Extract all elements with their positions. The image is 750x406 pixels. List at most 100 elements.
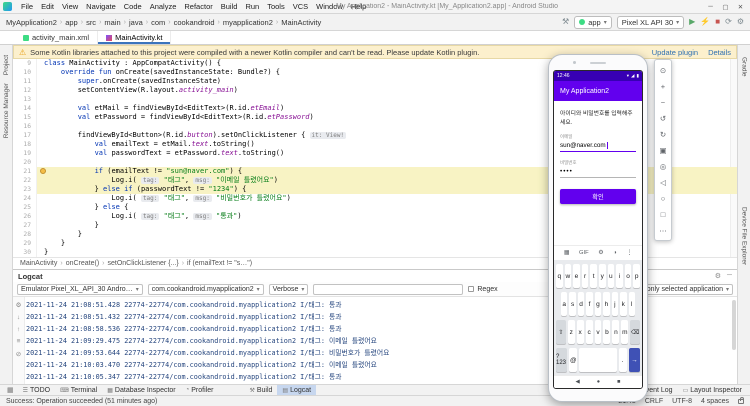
key-w[interactable]: w xyxy=(564,264,572,288)
key-[interactable]: . xyxy=(618,348,627,372)
settings-icon[interactable]: ⚙ xyxy=(737,18,744,26)
key-p[interactable]: p xyxy=(633,264,640,288)
toolwindow-button-layout-inspector[interactable]: ▭ Layout Inspector xyxy=(678,387,747,394)
key-x[interactable]: x xyxy=(576,320,584,344)
toolwindow-project[interactable]: Project xyxy=(3,55,10,75)
screenshot-button-icon[interactable]: ▣ xyxy=(656,142,670,158)
rotate-right-button-icon[interactable]: ↻ xyxy=(656,126,670,142)
soft-wrap-icon[interactable]: ≡ xyxy=(17,338,21,345)
settings-icon[interactable]: ⚙ xyxy=(715,272,721,280)
password-field[interactable]: •••• xyxy=(560,166,636,178)
menu-file[interactable]: File xyxy=(17,2,37,11)
breadcrumb-item-app[interactable]: app xyxy=(65,18,78,27)
volume-up-button-icon[interactable]: + xyxy=(656,78,670,94)
menu-edit[interactable]: Edit xyxy=(37,2,58,11)
hide-icon[interactable]: ─ xyxy=(727,272,732,280)
scroll-up-icon[interactable]: ↑ xyxy=(17,326,20,333)
breadcrumb-item-cookandroid[interactable]: cookandroid xyxy=(174,18,215,27)
banner-action-details[interactable]: Details xyxy=(708,48,731,57)
zoom-button-icon[interactable]: ◎ xyxy=(656,158,670,174)
tab-activity-main-xml[interactable]: activity_main.xml xyxy=(15,31,99,44)
key-t[interactable]: t xyxy=(590,264,597,288)
rotate-left-button-icon[interactable]: ↺ xyxy=(656,110,670,126)
device-select[interactable]: Pixel XL API 30 ▾ xyxy=(616,15,685,29)
sync-icon[interactable]: ⟳ xyxy=(725,18,732,26)
sticker-icon[interactable]: ▦ xyxy=(564,250,569,256)
quickfix-bulb-icon[interactable] xyxy=(40,168,46,174)
build-hammer-icon[interactable]: ⚒ xyxy=(562,18,569,26)
menu-navigate[interactable]: Navigate xyxy=(82,2,120,11)
key-m[interactable]: m xyxy=(621,320,629,344)
editor-breadcrumb-item[interactable]: if (emailText != "s…") xyxy=(187,260,252,267)
breadcrumb-item-myapplication2[interactable]: MyApplication2 xyxy=(6,18,57,27)
more-button-icon[interactable]: ⋯ xyxy=(656,222,670,238)
key-n[interactable]: n xyxy=(612,320,620,344)
tab-mainactivity-kt[interactable]: MainActivity.kt xyxy=(98,31,172,44)
toolwindow-gradle[interactable]: Gradle xyxy=(741,57,748,77)
key-a[interactable]: a xyxy=(561,292,568,316)
key-r[interactable]: r xyxy=(581,264,589,288)
logcat-level-select[interactable]: Verbose ▾ xyxy=(268,283,309,295)
breadcrumb-item-java[interactable]: java xyxy=(129,18,143,27)
logcat-package-select[interactable]: com.cookandroid.myapplication2 ▾ xyxy=(147,283,264,295)
back-nav-icon[interactable]: ◀ xyxy=(576,379,580,385)
email-field[interactable]: sun@naver.com xyxy=(560,140,636,152)
mic-icon[interactable]: ⋮ xyxy=(626,250,632,256)
maximize-button-icon[interactable]: ▢ xyxy=(718,0,733,13)
key-v[interactable]: v xyxy=(594,320,602,344)
breadcrumb-item-mainactivity[interactable]: MainActivity xyxy=(281,18,321,27)
editor-breadcrumb-item[interactable]: setOnClickListener {...} xyxy=(108,260,179,267)
key-l[interactable]: l xyxy=(628,292,635,316)
toolwindow-resource-manager[interactable]: Resource Manager xyxy=(3,83,10,138)
toolwindow-device-file-explorer[interactable]: Device File Explorer xyxy=(741,207,748,265)
menu-refactor[interactable]: Refactor xyxy=(180,2,216,11)
toolwindow-button-database-inspector[interactable]: ▦ Database Inspector xyxy=(102,385,180,395)
home-button-icon[interactable]: ○ xyxy=(656,190,670,206)
status-widget-4-spaces[interactable]: 4 spaces xyxy=(701,398,729,405)
symbols-key[interactable]: ?123 xyxy=(556,348,568,372)
key-e[interactable]: e xyxy=(573,264,580,288)
breadcrumb-item-com[interactable]: com xyxy=(151,18,165,27)
gif-icon[interactable]: GIF xyxy=(579,250,589,256)
overview-button-icon[interactable]: □ xyxy=(656,206,670,222)
menu-view[interactable]: View xyxy=(58,2,82,11)
power-button-icon[interactable]: ⊙ xyxy=(656,62,670,78)
editor-breadcrumb-item[interactable]: onCreate() xyxy=(66,260,99,267)
scroll-down-icon[interactable]: ↓ xyxy=(17,314,20,321)
theme-icon[interactable]: ◑ xyxy=(613,250,617,256)
toolwindow-button-profiler[interactable]: ◔ Profiler xyxy=(181,385,219,395)
phone-screen[interactable]: 12:46 ▾ ◢ ▮ My Application2 아이디와 비밀번호를 입력해… xyxy=(553,70,643,389)
editor-breadcrumb-item[interactable]: MainActivity xyxy=(20,260,57,267)
key-h[interactable]: h xyxy=(603,292,610,316)
backspace-key[interactable]: ⌫ xyxy=(630,320,640,344)
stop-icon[interactable]: ■ xyxy=(715,18,720,26)
key-c[interactable]: c xyxy=(585,320,593,344)
key-o[interactable]: o xyxy=(624,264,632,288)
shift-key[interactable]: ⇧ xyxy=(556,320,566,344)
volume-down-button-icon[interactable]: − xyxy=(656,94,670,110)
settings-icon[interactable]: ⚙ xyxy=(16,301,22,309)
run-config-select[interactable]: app ▾ xyxy=(574,15,612,29)
menu-vcs[interactable]: VCS xyxy=(289,2,312,11)
menu-tools[interactable]: Tools xyxy=(263,2,289,11)
regex-checkbox[interactable]: Regex xyxy=(468,286,498,293)
space-key[interactable] xyxy=(579,348,617,372)
key-j[interactable]: j xyxy=(611,292,619,316)
key-i[interactable]: i xyxy=(616,264,623,288)
toolwindow-button-terminal[interactable]: ⌨ Terminal xyxy=(55,385,102,395)
toolwindow-button-logcat[interactable]: ▤ Logcat xyxy=(277,385,317,395)
overview-nav-icon[interactable]: ■ xyxy=(617,379,620,385)
key-g[interactable]: g xyxy=(594,292,602,316)
key-q[interactable]: q xyxy=(556,264,563,288)
menu-analyze[interactable]: Analyze xyxy=(146,2,181,11)
breadcrumb-item-src[interactable]: src xyxy=(86,18,96,27)
settings-icon[interactable]: ⚙ xyxy=(598,250,603,256)
breadcrumb-item-main[interactable]: main xyxy=(104,18,120,27)
back-button-icon[interactable]: ◁ xyxy=(656,174,670,190)
key-y[interactable]: y xyxy=(598,264,606,288)
menu-run[interactable]: Run xyxy=(241,2,263,11)
menu-build[interactable]: Build xyxy=(217,2,242,11)
minimize-button-icon[interactable]: ─ xyxy=(703,0,718,13)
close-button-icon[interactable]: ✕ xyxy=(733,0,748,13)
clear-icon[interactable]: ⊘ xyxy=(16,350,21,358)
